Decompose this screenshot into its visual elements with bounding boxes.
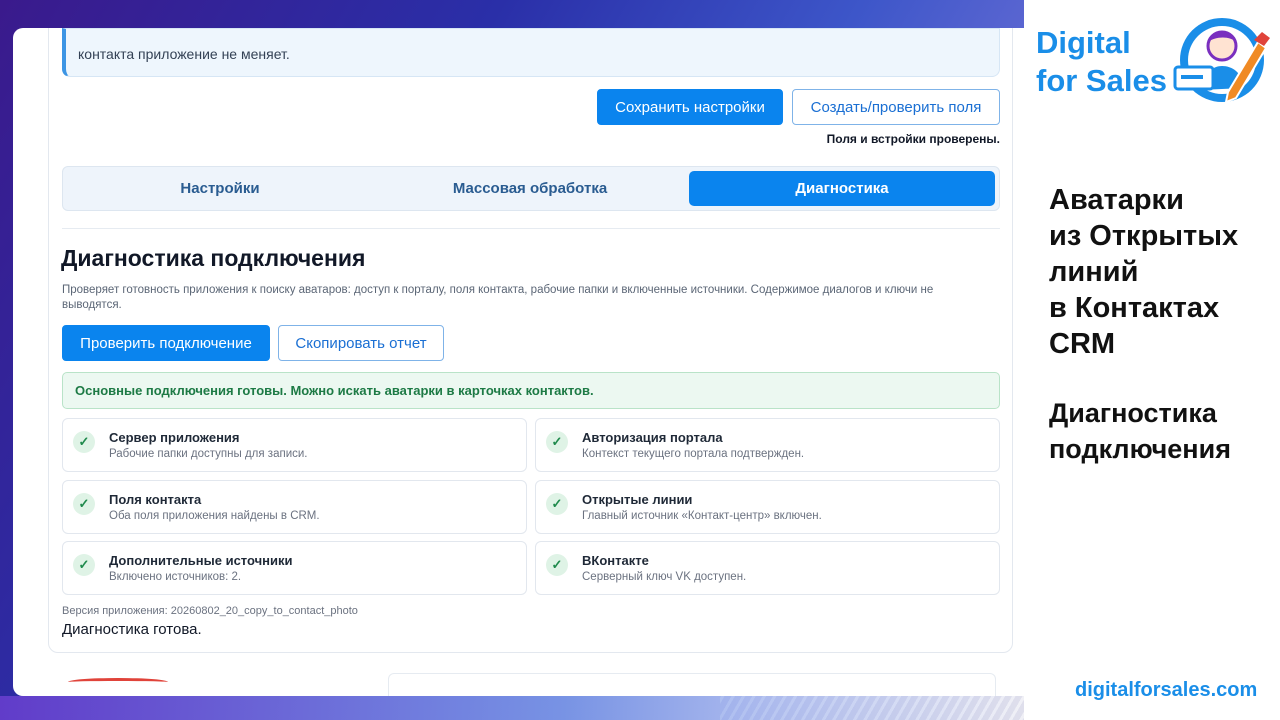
check-title: Дополнительные источники: [109, 553, 293, 568]
check-title: Авторизация портала: [582, 430, 723, 445]
save-settings-button[interactable]: Сохранить настройки: [597, 89, 783, 125]
check-connection-button[interactable]: Проверить подключение: [62, 325, 270, 361]
diagnostics-description: Проверяет готовность приложения к поиску…: [62, 284, 934, 311]
diagnostics-ready-text: Диагностика готова.: [62, 621, 202, 638]
heading-line: Аватарки: [1049, 184, 1184, 216]
check-title: Поля контакта: [109, 492, 202, 507]
check-card-app-server: ✓ Сервер приложения Рабочие папки доступ…: [62, 418, 527, 472]
heading-line: CRM: [1049, 328, 1116, 360]
fields-status-note: Поля и встройки проверены.: [826, 132, 1000, 146]
tab-bar: Настройки Массовая обработка Диагностика: [62, 166, 1000, 211]
brand-name: Digital for Sales: [1036, 24, 1167, 100]
check-subtitle: Включено источников: 2.: [109, 571, 242, 583]
check-icon: ✓: [73, 554, 95, 576]
diagnostics-title: Диагностика подключения: [61, 245, 366, 271]
check-card-extra-sources: ✓ Дополнительные источники Включено исто…: [62, 541, 527, 595]
brand-line-1: Digital: [1036, 25, 1131, 60]
heading-line: из Открытых: [1049, 220, 1239, 252]
copy-report-button[interactable]: Скопировать отчет: [278, 325, 444, 361]
check-icon: ✓: [546, 431, 568, 453]
check-subtitle: Серверный ключ VK доступен.: [582, 571, 747, 583]
status-success-banner: Основные подключения готовы. Можно искат…: [62, 372, 1000, 409]
info-notice-text: контакта приложение не меняет.: [78, 46, 290, 62]
check-card-open-lines: ✓ Открытые линии Главный источник «Конта…: [535, 480, 1000, 534]
check-title: Сервер приложения: [109, 430, 240, 445]
tab-settings[interactable]: Настройки: [67, 171, 373, 206]
check-card-portal-auth: ✓ Авторизация портала Контекст текущего …: [535, 418, 1000, 472]
check-subtitle: Оба поля приложения найдены в CRM.: [109, 510, 320, 522]
brand-logo-icon: [1173, 18, 1270, 104]
check-icon: ✓: [546, 554, 568, 576]
subheading-line: подключения: [1049, 434, 1231, 464]
heading-line: в Контактах: [1049, 292, 1220, 324]
check-subtitle: Контекст текущего портала подтвержден.: [582, 448, 805, 460]
tab-diagnostics[interactable]: Диагностика: [689, 171, 995, 206]
create-check-fields-button[interactable]: Создать/проверить поля: [792, 89, 1000, 125]
next-panel-peek: [388, 673, 996, 696]
heading-line: линий: [1049, 256, 1139, 288]
website-link[interactable]: digitalforsales.com: [1075, 679, 1257, 702]
check-icon: ✓: [73, 493, 95, 515]
check-card-contact-fields: ✓ Поля контакта Оба поля приложения найд…: [62, 480, 527, 534]
check-card-vkontakte: ✓ ВКонтакте Серверный ключ VK доступен.: [535, 541, 1000, 595]
check-subtitle: Рабочие папки доступны для записи.: [109, 448, 308, 460]
slide-heading: Аватарки из Открытых линий в Контактах C…: [1049, 182, 1279, 362]
decorative-element: [68, 678, 168, 686]
check-subtitle: Главный источник «Контакт-центр» включен…: [582, 510, 822, 522]
subheading-line: Диагностика: [1049, 398, 1217, 428]
divider: [62, 228, 1000, 229]
brand-line-2: for Sales: [1036, 63, 1167, 98]
app-screenshot: контакта приложение не меняет. Сохранить…: [13, 28, 1024, 696]
check-title: ВКонтакте: [582, 553, 649, 568]
check-title: Открытые линии: [582, 492, 693, 507]
info-notice: контакта приложение не меняет.: [62, 28, 1000, 77]
tab-bulk-processing[interactable]: Массовая обработка: [375, 171, 685, 206]
slide-subheading: Диагностика подключения: [1049, 395, 1279, 467]
decorative-band: [0, 696, 1024, 720]
check-icon: ✓: [73, 431, 95, 453]
app-version: Версия приложения: 20260802_20_copy_to_c…: [62, 605, 358, 617]
check-icon: ✓: [546, 493, 568, 515]
